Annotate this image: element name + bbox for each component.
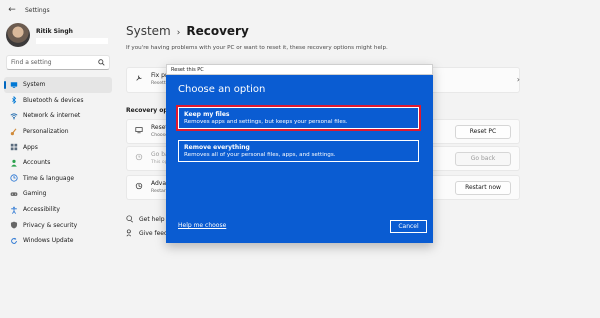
intro-text: If you're having problems with your PC o… (126, 45, 388, 51)
globe-clock-icon (10, 174, 18, 182)
search-placeholder: Find a setting (11, 59, 52, 66)
wifi-icon (10, 113, 18, 120)
apps-icon (10, 143, 18, 151)
gamepad-icon (10, 192, 18, 196)
sidebar-item-label: Personalization (23, 128, 69, 136)
page-title: System › Recovery (126, 24, 249, 38)
fix-card-subtitle: Resetti (151, 81, 167, 86)
help-icon (126, 215, 134, 223)
update-icon (11, 237, 17, 244)
sidebar-item-label: Apps (23, 143, 38, 151)
bluetooth-icon (12, 96, 17, 105)
sidebar-item-privacy-security[interactable]: Privacy & security (4, 217, 112, 233)
sidebar-item-apps[interactable]: Apps (4, 139, 112, 155)
sidebar-item-bluetooth-devices[interactable]: Bluetooth & devices (4, 93, 112, 109)
sidebar-item-label: Windows Update (23, 237, 74, 245)
chevron-right-icon: › (516, 75, 520, 84)
sidebar-item-label: Accessibility (23, 206, 60, 214)
title-bar: ← Settings (0, 0, 600, 20)
restart-now-button[interactable]: Restart now (455, 181, 511, 195)
dialog-heading: Choose an option (178, 84, 266, 95)
sidebar-item-accessibility[interactable]: Accessibility (4, 202, 112, 218)
sidebar-item-label: Network & internet (23, 112, 81, 120)
remove-everything-option[interactable]: Remove everything Removes all of your pe… (178, 140, 419, 162)
shield-icon (10, 221, 18, 229)
advanced-startup-icon (135, 182, 143, 190)
reset-pc-button[interactable]: Reset PC (455, 125, 511, 139)
sidebar-item-accounts[interactable]: Accounts (4, 155, 112, 171)
sidebar-item-time-language[interactable]: Time & language (4, 171, 112, 187)
back-arrow-icon[interactable]: ← (3, 5, 21, 15)
reset-icon (135, 127, 143, 134)
dialog-title-bar: Reset this PC (166, 64, 433, 75)
sidebar-item-label: Privacy & security (23, 221, 78, 229)
breadcrumb-current: Recovery (186, 24, 249, 38)
breadcrumb-separator: › (176, 28, 181, 38)
person-icon (11, 159, 17, 167)
sidebar-item-system[interactable]: System (4, 77, 112, 93)
sidebar-item-label: Bluetooth & devices (23, 96, 84, 104)
option-title: Keep my files (184, 111, 230, 118)
get-help-label: Get help (139, 215, 165, 223)
breadcrumb-system[interactable]: System (126, 24, 171, 38)
search-input[interactable]: Find a setting (6, 55, 110, 70)
sidebar: Ritik Singh Find a setting System Bluetoo… (0, 20, 112, 318)
go-back-button[interactable]: Go back (455, 152, 511, 166)
sidebar-item-label: Accounts (23, 159, 51, 167)
monitor-icon (10, 81, 18, 88)
user-profile[interactable]: Ritik Singh (6, 23, 108, 47)
feedback-icon (126, 229, 132, 237)
sidebar-item-label: Time & language (23, 174, 75, 182)
app-title: Settings (25, 6, 50, 14)
sidebar-item-network-internet[interactable]: Network & internet (4, 108, 112, 124)
sidebar-nav: System Bluetooth & devices Network & inter… (4, 77, 112, 249)
brush-icon (10, 128, 17, 135)
option-description: Removes all of your personal files, apps… (184, 152, 336, 158)
redacted-email (36, 38, 108, 44)
option-title: Remove everything (184, 144, 250, 151)
reset-pc-dialog: Reset this PC Choose an option Keep my f… (166, 64, 433, 243)
get-help-link[interactable]: Get help (126, 215, 165, 223)
cancel-button[interactable]: Cancel (390, 220, 427, 233)
sidebar-item-gaming[interactable]: Gaming (4, 186, 112, 202)
sidebar-item-personalization[interactable]: Personalization (4, 124, 112, 140)
give-feedback-link[interactable]: Give feedl (126, 229, 169, 237)
sidebar-item-label: System (23, 81, 46, 89)
keep-my-files-option[interactable]: Keep my files Removes apps and settings,… (176, 105, 421, 131)
history-icon (135, 153, 143, 161)
user-name: Ritik Singh (36, 27, 73, 35)
give-feedback-label: Give feedl (139, 229, 170, 237)
wrench-icon (136, 75, 142, 81)
sidebar-item-label: Gaming (23, 190, 47, 198)
accessibility-icon (11, 206, 17, 214)
avatar (6, 23, 30, 47)
sidebar-item-windows-update[interactable]: Windows Update (4, 233, 112, 249)
search-icon (98, 59, 105, 66)
option-description: Removes apps and settings, but keeps you… (184, 119, 348, 125)
help-me-choose-link[interactable]: Help me choose (178, 222, 226, 229)
